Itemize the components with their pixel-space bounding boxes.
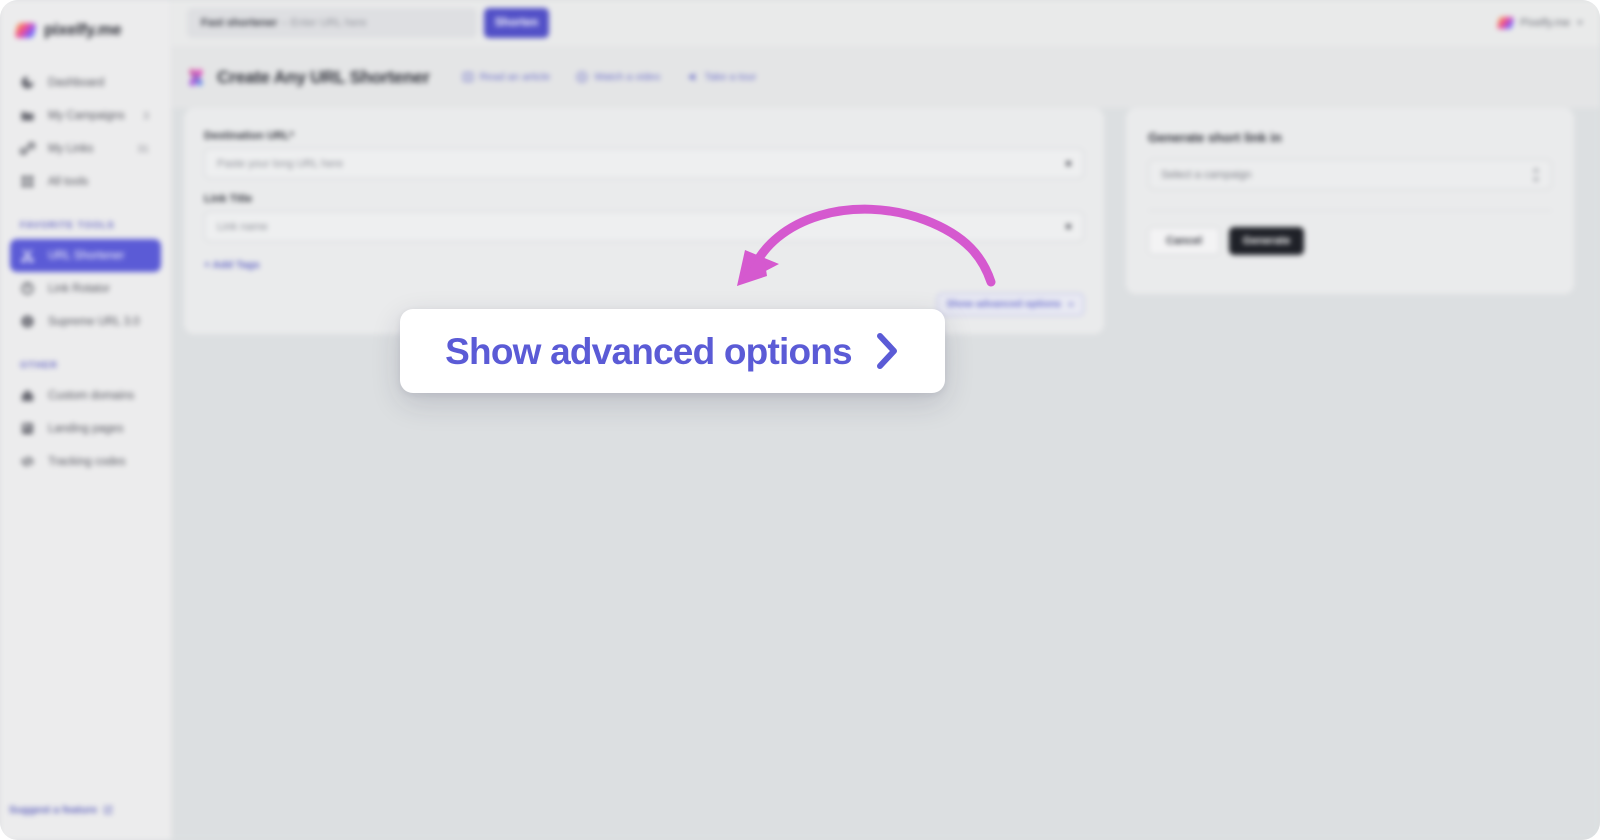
read-an-article-link[interactable]: Read an article [462,71,551,83]
page-header-links: Read an article Watch a video Take a tou… [462,71,756,83]
fast-shortener-placeholder: – Enter URL here [281,17,367,29]
sidebar-item-tracking-codes[interactable]: Tracking codes [10,445,161,478]
external-link-icon [104,806,112,814]
suggest-a-feature-label: Suggest a feature [9,804,98,816]
sidebar-item-label: My Campaigns [48,109,125,122]
link-icon [20,142,35,155]
main-content: Create Any URL Shortener Read an article [172,46,1600,840]
take-a-tour-link[interactable]: Take a tour [686,71,756,83]
chevron-down-icon [1577,21,1583,25]
cards-row: Destination URL* Paste your long URL her… [184,108,1588,334]
book-icon [462,72,473,82]
background-ui-layer: pixelfy.me Dashboard My Campaigns 3 My L… [0,0,1600,840]
link-title-input[interactable]: Link name [204,211,1084,242]
sidebar-item-link-rotator[interactable]: Link Rotator [10,272,161,305]
chevron-down-icon [1068,302,1074,307]
scissors-icon [21,249,34,263]
destination-url-label: Destination URL* [204,130,294,142]
account-name: Pixelfy.me [1520,17,1570,29]
account-menu[interactable]: Pixelfy.me [1496,17,1583,29]
sidebar-item-label: Custom domains [48,389,135,402]
sidebar-item-badge: 31 [137,142,149,155]
page-title: Create Any URL Shortener [217,66,430,87]
dashboard-icon [21,76,34,89]
add-tags-button[interactable]: + Add Tags [204,259,1084,271]
up-down-chevrons-icon [1532,167,1540,182]
sidebar-item-supreme-url[interactable]: Supreme URL 3.0 [10,305,161,338]
sidebar-item-label: URL Shortener [48,249,125,262]
badge-icon [21,315,34,328]
fast-shortener-label: Fast shortener [201,17,278,29]
generate-button[interactable]: Generate [1229,227,1304,255]
chevron-right-icon [876,333,897,369]
sidebar-item-label: All tools [48,175,89,188]
page-icon [22,423,33,434]
code-icon [21,456,34,467]
sidebar-item-landing-pages[interactable]: Landing pages [10,412,161,445]
generate-card-title: Generate short link in [1148,130,1282,145]
brand-name: pixelfy.me [44,20,122,39]
show-advanced-options-callout[interactable]: Show advanced options [400,309,945,393]
sidebar-other-nav: Custom domains Landing pages Tracking co… [0,379,171,478]
destination-url-placeholder: Paste your long URL here [217,157,344,170]
fast-shortener-input[interactable]: Fast shortener – Enter URL here [187,8,477,38]
link-title-label: Link Title [204,193,253,205]
pixelfy-logo-icon [14,22,37,38]
brand-logo[interactable]: pixelfy.me [0,0,171,46]
rocket-icon [688,73,697,81]
sidebar-item-label: Tracking codes [48,455,126,468]
url-form-card: Destination URL* Paste your long URL her… [184,108,1104,334]
grid-icon [21,175,34,188]
sidebar: pixelfy.me Dashboard My Campaigns 3 My L… [0,0,172,840]
generate-card-actions: Cancel Generate [1148,227,1552,255]
sidebar-section-favorite-tools: FAVORITE TOOLS [20,220,115,231]
page-header: Create Any URL Shortener Read an article [172,46,1600,108]
top-bar: Fast shortener – Enter URL here Shorten … [172,0,1600,46]
cancel-button[interactable]: Cancel [1148,227,1220,255]
link-title-placeholder: Link name [217,220,268,233]
x-cross-gradient-icon [184,66,207,89]
sidebar-item-my-campaigns[interactable]: My Campaigns 3 [10,99,161,132]
link-label: Watch a video [594,71,661,83]
generate-short-link-card: Generate short link in Select a campaign… [1126,108,1574,294]
account-logo-icon [1496,17,1515,29]
destination-url-field: Destination URL* Paste your long URL her… [204,130,1084,179]
destination-url-input[interactable]: Paste your long URL here [204,148,1084,179]
link-title-field: Link Title Link name [204,193,1084,242]
show-advanced-options-label: Show advanced options [946,299,1061,310]
play-circle-icon [576,71,588,83]
sidebar-item-my-links[interactable]: My Links 31 [10,132,161,165]
sidebar-item-label: Link Rotator [48,282,111,295]
link-label: Read an article [479,71,551,83]
rotate-icon [21,282,34,295]
link-label: Take a tour [704,71,757,83]
sidebar-item-url-shortener[interactable]: URL Shortener [10,239,161,272]
shorten-button[interactable]: Shorten [484,8,549,38]
sidebar-section-other: OTHER [20,360,58,371]
callout-text: Show advanced options [445,330,853,372]
card-divider [1148,210,1552,211]
campaign-select-placeholder: Select a campaign [1161,168,1252,181]
sidebar-item-label: Dashboard [48,76,105,89]
sidebar-item-dashboard[interactable]: Dashboard [10,66,161,99]
sidebar-main-nav: Dashboard My Campaigns 3 My Links 31 All… [0,66,171,198]
sidebar-item-label: Landing pages [48,422,124,435]
input-indicator-icon [1066,161,1071,166]
home-icon [21,389,34,402]
sidebar-item-badge: 3 [143,109,149,122]
campaign-select[interactable]: Select a campaign [1148,159,1552,190]
show-advanced-options-button[interactable]: Show advanced options [936,293,1084,316]
folder-icon [21,111,34,121]
suggest-a-feature-link[interactable]: Suggest a feature [0,804,171,816]
application-window: pixelfy.me Dashboard My Campaigns 3 My L… [0,0,1600,840]
sidebar-item-custom-domains[interactable]: Custom domains [10,379,161,412]
input-indicator-icon [1066,224,1071,229]
sidebar-favorite-nav: URL Shortener Link Rotator Supreme URL 3… [0,239,171,338]
sidebar-item-label: My Links [48,142,94,155]
sidebar-item-all-tools[interactable]: All tools [10,165,161,198]
sidebar-item-label: Supreme URL 3.0 [48,315,140,328]
watch-a-video-link[interactable]: Watch a video [576,71,660,83]
